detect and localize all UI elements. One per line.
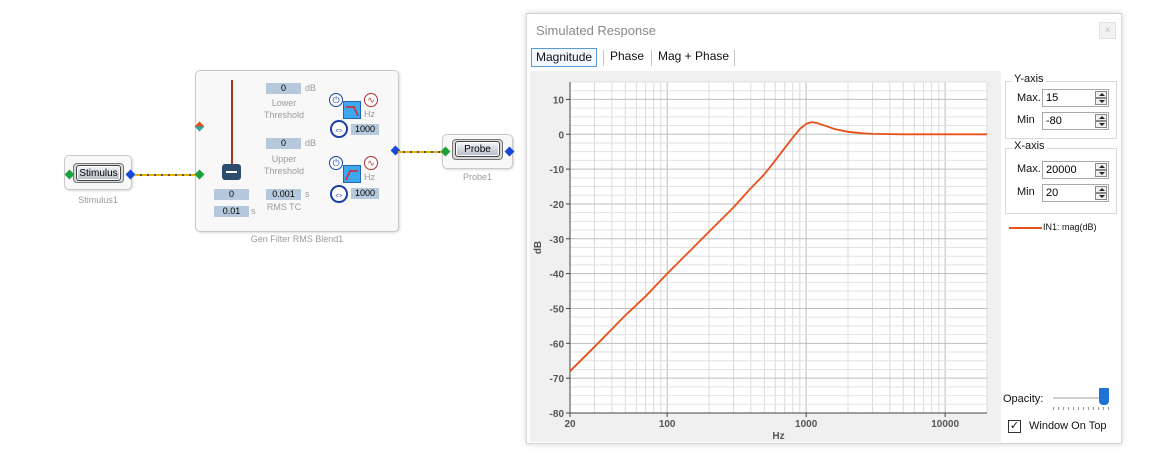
lower-threshold-label-2: Threshold (263, 110, 305, 120)
y-tick-label: 0 (558, 130, 564, 141)
legend-label: IN1: mag(dB) (1043, 222, 1097, 232)
wire-stimulus-to-filter[interactable] (135, 174, 198, 176)
x-tick-label: 10000 (931, 419, 959, 430)
y-tick-label: 10 (553, 95, 565, 106)
y-axis-label: dB (533, 241, 544, 254)
x-max-value: 20000 (1046, 164, 1077, 176)
y-tick-label: -40 (550, 270, 565, 281)
tab-magnitude[interactable]: Magnitude (531, 48, 598, 67)
upper-threshold-label-1: Upper (271, 154, 297, 164)
y-tick-label: -60 (550, 339, 565, 350)
tab-separator (651, 50, 652, 66)
lower-threshold-value[interactable]: 0 (266, 83, 301, 94)
filter-bottom-value[interactable]: 0.01 (214, 206, 249, 217)
filter-slider-track[interactable] (231, 80, 233, 170)
window-on-top-checkbox[interactable]: ✓ (1008, 420, 1021, 433)
filter-caption: Gen Filter RMS Blend1 (250, 234, 344, 244)
panel-title: Simulated Response (536, 23, 656, 38)
x-axis-label: Hz (772, 431, 784, 442)
y-min-value: -80 (1046, 115, 1062, 127)
opacity-slider-ticks (1053, 407, 1109, 410)
x-min-label: Min (1017, 186, 1035, 198)
simulated-response-panel: Simulated Response × Magnitude Phase Mag… (526, 13, 1122, 444)
legend-line (1009, 227, 1042, 229)
tab-phase[interactable]: Phase (606, 48, 648, 67)
lower-threshold-label-1: Lower (271, 98, 297, 108)
rms-tc-value[interactable]: 0.001 (266, 189, 301, 200)
x-axis-group (1005, 148, 1117, 214)
y-max-down-button[interactable] (1095, 98, 1107, 105)
x-max-up-button[interactable] (1095, 163, 1107, 170)
upper-filter-highpass-icon[interactable] (343, 165, 361, 183)
lower-power-icon[interactable]: ⏻ (329, 93, 343, 107)
upper-sine-icon[interactable]: ∿ (364, 156, 378, 170)
stimulus-block[interactable]: Stimulus (64, 155, 132, 190)
y-min-label: Min (1017, 114, 1035, 126)
x-axis-group-title: X-axis (1012, 140, 1047, 152)
upper-freq-unit: Hz (364, 172, 375, 182)
filter-bottom-unit: s (251, 206, 256, 216)
y-max-value: 15 (1046, 92, 1059, 104)
opacity-label: Opacity: (1003, 393, 1044, 405)
y-tick-label: -10 (550, 165, 565, 176)
magnitude-chart[interactable]: 100-10-20-30-40-50-60-70-8020 100 1000 1000… (530, 71, 1001, 442)
close-icon[interactable]: × (1099, 22, 1116, 39)
y-min-field[interactable]: -80 (1042, 112, 1109, 130)
lower-threshold-unit: dB (305, 83, 317, 93)
tab-separator (734, 50, 735, 66)
rms-tc-unit: s (305, 189, 310, 199)
window-on-top-label: Window On Top (1029, 420, 1107, 432)
y-tick-label: -70 (550, 374, 565, 385)
y-tick-label: -50 (550, 304, 565, 315)
x-tick-label: 1000 (795, 419, 818, 430)
y-max-label: Max. (1017, 92, 1041, 104)
stimulus-caption: Stimulus1 (78, 195, 118, 205)
lower-filter-lowpass-icon[interactable] (343, 101, 361, 119)
y-axis-group-title: Y-axis (1012, 73, 1046, 85)
y-max-field[interactable]: 15 (1042, 89, 1109, 107)
x-max-field[interactable]: 20000 (1042, 161, 1109, 179)
tab-separator (603, 50, 604, 66)
plot-area: 10 0 -10 -20 -30 -40 -50 -60 -70 -80 20 100 1000 1000… (530, 71, 1001, 442)
lower-freq-unit: Hz (364, 109, 375, 119)
x-min-field[interactable]: 20 (1042, 184, 1109, 202)
rms-tc-label: RMS TC (266, 202, 302, 212)
opacity-slider-thumb[interactable] (1099, 388, 1109, 405)
y-min-down-button[interactable] (1095, 121, 1107, 128)
x-tick-label: 100 (659, 419, 676, 430)
upper-freq-value[interactable]: 1000 (351, 188, 379, 199)
filter-slider-knob[interactable] (222, 164, 241, 180)
upper-swap-icon[interactable]: ⇔ (330, 185, 348, 203)
lower-sine-icon[interactable]: ∿ (364, 93, 378, 107)
wire-filter-to-probe[interactable] (398, 151, 445, 153)
x-min-value: 20 (1046, 187, 1059, 199)
x-max-label: Max. (1017, 163, 1041, 175)
y-tick-label: -80 (550, 409, 565, 420)
probe-button[interactable]: Probe (455, 141, 500, 157)
probe-caption: Probe1 (462, 172, 493, 182)
x-min-down-button[interactable] (1095, 193, 1107, 200)
stimulus-button[interactable]: Stimulus (76, 165, 121, 181)
filter-slider-value[interactable]: 0 (214, 189, 249, 200)
upper-power-icon[interactable]: ⏻ (329, 156, 343, 170)
x-max-down-button[interactable] (1095, 170, 1107, 177)
y-tick-label: -30 (550, 235, 565, 246)
lower-swap-icon[interactable]: ⇔ (330, 120, 348, 138)
y-min-up-button[interactable] (1095, 114, 1107, 121)
x-min-up-button[interactable] (1095, 186, 1107, 193)
upper-threshold-value[interactable]: 0 (266, 138, 301, 149)
upper-threshold-unit: dB (305, 138, 317, 148)
y-max-up-button[interactable] (1095, 91, 1107, 98)
upper-threshold-label-2: Threshold (263, 166, 305, 176)
y-tick-label: -20 (550, 200, 565, 211)
tab-mag-phase[interactable]: Mag + Phase (654, 48, 733, 67)
lower-freq-value[interactable]: 1000 (351, 124, 379, 135)
x-tick-label: 20 (564, 419, 576, 430)
